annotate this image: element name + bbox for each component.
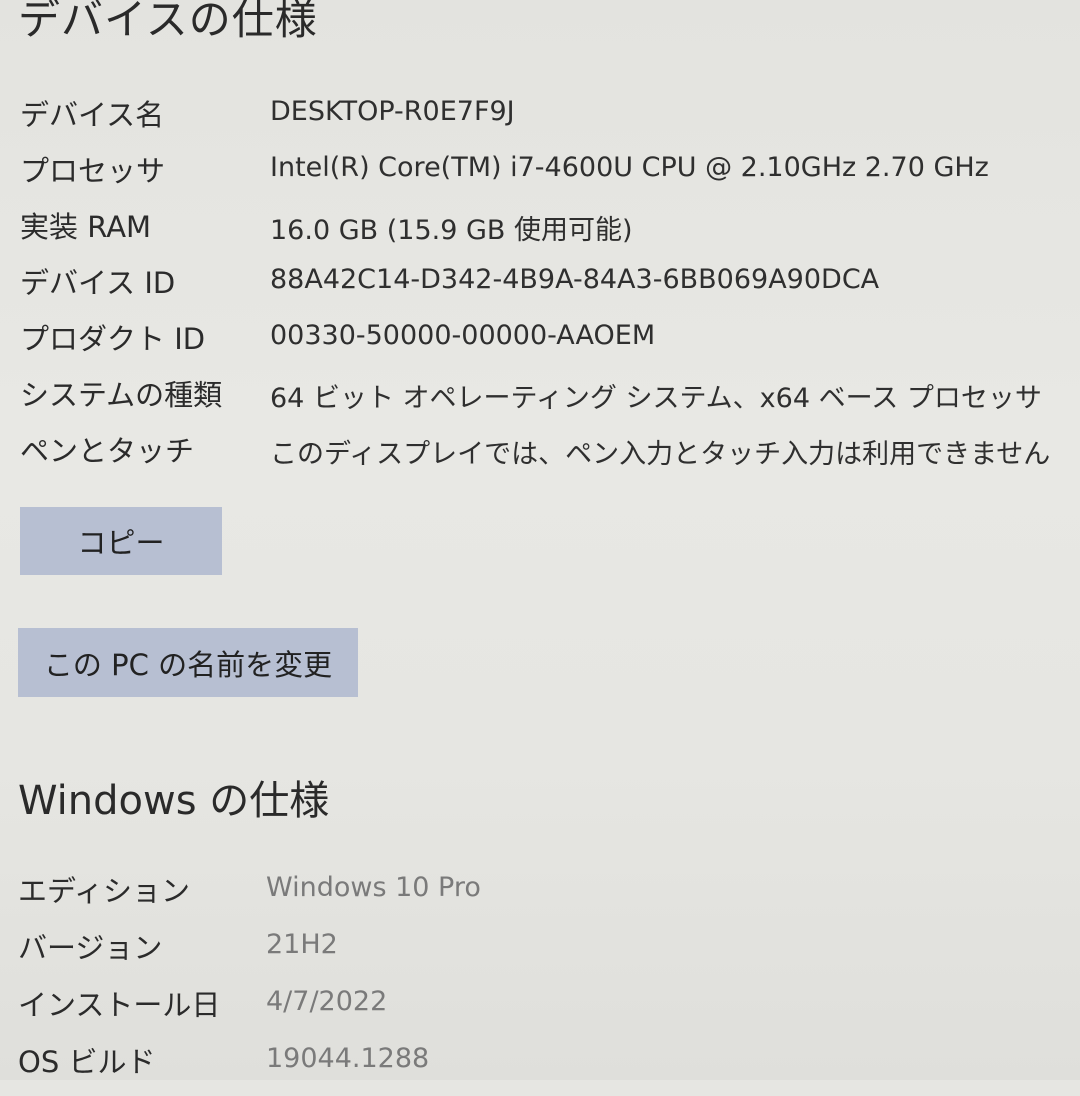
device-spec-heading: デバイスの仕様 <box>18 0 318 44</box>
spec-value: 21H2 <box>266 929 338 960</box>
spec-row-install-date: インストール日 4/7/2022 <box>18 982 1058 1039</box>
spec-value: 88A42C14-D342-4B9A-84A3-6BB069A90DCA <box>270 264 880 295</box>
rename-pc-button[interactable]: この PC の名前を変更 <box>18 628 358 697</box>
spec-value: 19044.1288 <box>266 1043 430 1074</box>
spec-value: Intel(R) Core(TM) i7-4600U CPU @ 2.10GHz… <box>270 152 989 183</box>
spec-row-pen-touch: ペンとタッチ このディスプレイでは、ペン入力とタッチ入力は利用できません <box>20 428 1060 484</box>
spec-row-device-name: デバイス名 DESKTOP-R0E7F9J <box>20 92 1060 148</box>
spec-label: エディション <box>18 874 190 908</box>
windows-spec-heading: Windows の仕様 <box>18 778 330 824</box>
spec-label: デバイス名 <box>20 98 165 132</box>
spec-value: 16.0 GB (15.9 GB 使用可能) <box>270 215 633 246</box>
spec-label: バージョン <box>18 931 163 965</box>
settings-about-page: デバイスの仕様 デバイス名 DESKTOP-R0E7F9J プロセッサ Inte… <box>0 0 1080 1080</box>
spec-value: 64 ビット オペレーティング システム、x64 ベース プロセッサ <box>270 383 1042 414</box>
spec-label: プロダクト ID <box>20 322 206 356</box>
spec-label: OS ビルド <box>18 1045 156 1079</box>
windows-spec-table: エディション Windows 10 Pro バージョン 21H2 インストール日… <box>18 868 1058 1096</box>
copy-button[interactable]: コピー <box>20 507 222 575</box>
spec-label: インストール日 <box>18 988 221 1022</box>
spec-value: 00330-50000-00000-AAOEM <box>270 320 656 351</box>
spec-value: Windows 10 Pro <box>266 872 481 903</box>
spec-value: 4/7/2022 <box>266 986 388 1017</box>
spec-label: デバイス ID <box>20 266 176 300</box>
device-spec-table: デバイス名 DESKTOP-R0E7F9J プロセッサ Intel(R) Cor… <box>20 92 1060 484</box>
spec-value: DESKTOP-R0E7F9J <box>270 96 515 127</box>
spec-label: 実装 RAM <box>20 210 152 244</box>
spec-row-product-id: プロダクト ID 00330-50000-00000-AAOEM <box>20 316 1060 372</box>
spec-value: このディスプレイでは、ペン入力とタッチ入力は利用できません <box>270 439 1051 470</box>
spec-row-ram: 実装 RAM 16.0 GB (15.9 GB 使用可能) <box>20 204 1060 260</box>
spec-row-processor: プロセッサ Intel(R) Core(TM) i7-4600U CPU @ 2… <box>20 148 1060 204</box>
spec-row-device-id: デバイス ID 88A42C14-D342-4B9A-84A3-6BB069A9… <box>20 260 1060 316</box>
spec-row-version: バージョン 21H2 <box>18 925 1058 982</box>
spec-row-os-build: OS ビルド 19044.1288 <box>18 1039 1058 1096</box>
spec-label: システムの種類 <box>20 378 223 412</box>
spec-label: プロセッサ <box>20 154 166 188</box>
spec-label: ペンとタッチ <box>20 434 195 468</box>
spec-row-system-type: システムの種類 64 ビット オペレーティング システム、x64 ベース プロセ… <box>20 372 1060 428</box>
spec-row-edition: エディション Windows 10 Pro <box>18 868 1058 925</box>
